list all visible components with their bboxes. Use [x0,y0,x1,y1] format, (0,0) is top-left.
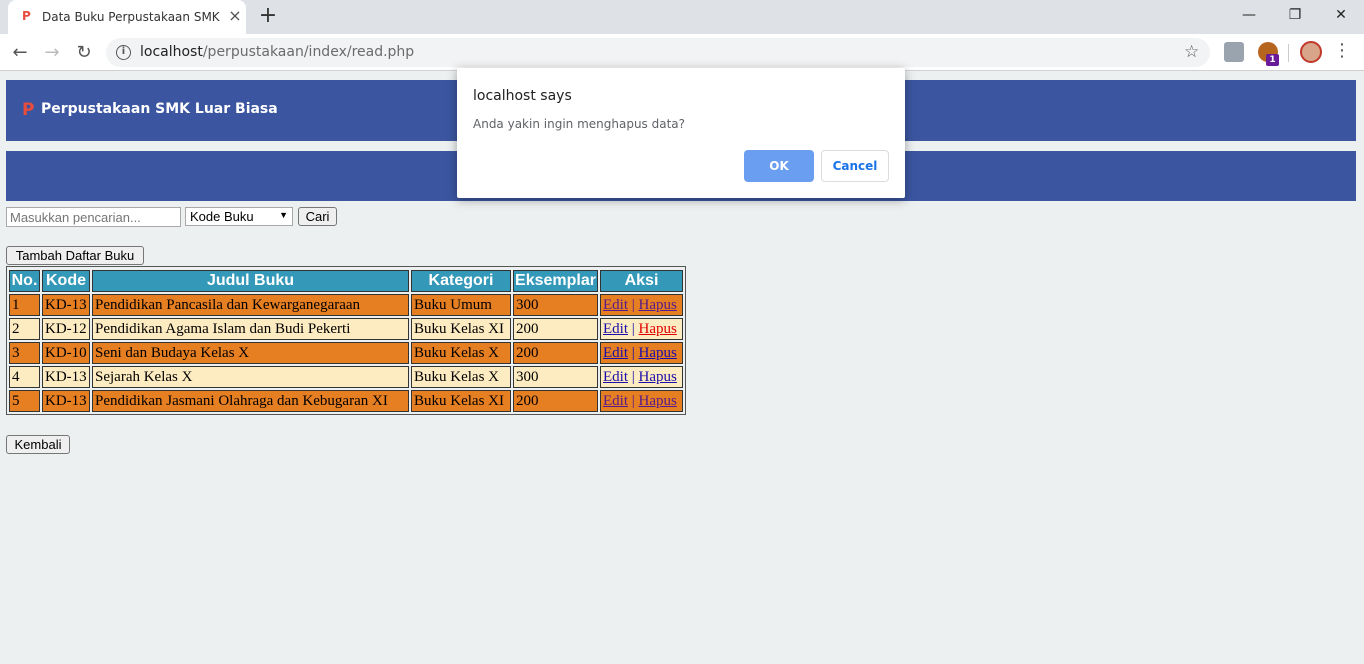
action-separator: | [631,297,635,313]
delete-link[interactable]: Hapus [639,369,677,385]
cell-kode: KD-13 [42,366,90,388]
brand-title[interactable]: Perpustakaan SMK Luar Biasa [41,101,278,117]
reload-icon[interactable]: ↻ [71,40,97,66]
delete-link[interactable]: Hapus [639,321,677,337]
tab-strip: P Data Buku Perpustakaan SMK Lu × + — ❐ … [0,0,1364,34]
cell-judul: Pendidikan Jasmani Olahraga dan Kebugara… [92,390,409,412]
forward-icon[interactable]: → [39,40,65,66]
cell-kategori: Buku Umum [411,294,511,316]
add-book-button[interactable]: Tambah Daftar Buku [6,246,144,265]
edit-link[interactable]: Edit [603,345,628,361]
cell-judul: Sejarah Kelas X [92,366,409,388]
favicon-icon: P [22,9,31,23]
cell-eksemplar: 300 [513,366,598,388]
cell-eksemplar: 300 [513,294,598,316]
close-window-icon[interactable]: ✕ [1318,0,1364,30]
browser-toolbar: ← → ↻ i localhost/perpustakaan/index/rea… [0,34,1364,71]
cell-no: 2 [9,318,40,340]
restore-icon[interactable]: ❐ [1272,0,1318,30]
col-header-eksemplar: Eksemplar [513,270,598,292]
cell-judul: Seni dan Budaya Kelas X [92,342,409,364]
extension-badge: 1 [1266,54,1279,66]
books-table: No. Kode Judul Buku Kategori Eksemplar A… [6,266,686,415]
action-separator: | [631,369,635,385]
cell-no: 5 [9,390,40,412]
action-separator: | [631,321,635,337]
url-path: /perpustakaan/index/read.php [202,44,415,60]
search-filter-value: Kode Buku [190,209,254,224]
browser-tab[interactable]: P Data Buku Perpustakaan SMK Lu × [8,0,246,34]
chevron-down-icon: ▼ [279,210,288,220]
brand-logo-icon: P [22,100,35,120]
cell-aksi: Edit | Hapus [600,318,683,340]
bookmark-star-icon[interactable]: ☆ [1184,42,1199,62]
url-text: localhost/perpustakaan/index/read.php [140,44,414,60]
cell-no: 1 [9,294,40,316]
search-input[interactable] [6,207,181,227]
extension-icon[interactable] [1224,42,1244,62]
kebab-menu-icon[interactable]: ⋮ [1333,40,1351,61]
cell-no: 3 [9,342,40,364]
cell-judul: Pendidikan Agama Islam dan Budi Pekerti [92,318,409,340]
col-header-no: No. [9,270,40,292]
close-tab-icon[interactable]: × [226,7,244,25]
delete-link[interactable]: Hapus [639,393,677,409]
col-header-kode: Kode [42,270,90,292]
cell-aksi: Edit | Hapus [600,366,683,388]
url-host: localhost [140,44,203,60]
edit-link[interactable]: Edit [603,369,628,385]
search-filter-select[interactable]: Kode Buku ▼ [185,207,293,226]
confirm-dialog: localhost says Anda yakin ingin menghapu… [457,68,905,198]
cell-eksemplar: 200 [513,318,598,340]
address-bar[interactable]: i localhost/perpustakaan/index/read.php … [106,38,1210,67]
ok-button[interactable]: OK [744,150,814,182]
back-button[interactable]: Kembali [6,435,70,454]
edit-link[interactable]: Edit [603,321,628,337]
cell-aksi: Edit | Hapus [600,294,683,316]
edit-link[interactable]: Edit [603,393,628,409]
cancel-button[interactable]: Cancel [821,150,889,182]
cell-no: 4 [9,366,40,388]
cell-aksi: Edit | Hapus [600,342,683,364]
dialog-title: localhost says [473,88,572,104]
toolbar-divider [1288,44,1289,62]
cell-kode: KD-12 [42,318,90,340]
col-header-judul: Judul Buku [92,270,409,292]
profile-avatar[interactable] [1300,41,1322,63]
cell-kode: KD-10 [42,342,90,364]
cell-kategori: Buku Kelas XI [411,318,511,340]
back-icon[interactable]: ← [7,40,33,66]
cell-kategori: Buku Kelas X [411,366,511,388]
cell-judul: Pendidikan Pancasila dan Kewarganegaraan [92,294,409,316]
search-button[interactable]: Cari [298,207,337,226]
cell-kode: KD-13 [42,390,90,412]
cell-aksi: Edit | Hapus [600,390,683,412]
delete-link[interactable]: Hapus [639,345,677,361]
edit-link[interactable]: Edit [603,297,628,313]
new-tab-button[interactable]: + [256,4,280,28]
info-icon[interactable]: i [116,45,131,60]
cell-kategori: Buku Kelas XI [411,390,511,412]
dialog-message: Anda yakin ingin menghapus data? [473,117,686,131]
action-separator: | [631,345,635,361]
cell-kategori: Buku Kelas X [411,342,511,364]
minimize-icon[interactable]: — [1226,0,1272,30]
cell-eksemplar: 200 [513,342,598,364]
col-header-kategori: Kategori [411,270,511,292]
action-separator: | [631,393,635,409]
delete-link[interactable]: Hapus [639,297,677,313]
cell-eksemplar: 200 [513,390,598,412]
tab-title: Data Buku Perpustakaan SMK Lu [42,10,220,24]
col-header-aksi: Aksi [600,270,683,292]
cell-kode: KD-13 [42,294,90,316]
